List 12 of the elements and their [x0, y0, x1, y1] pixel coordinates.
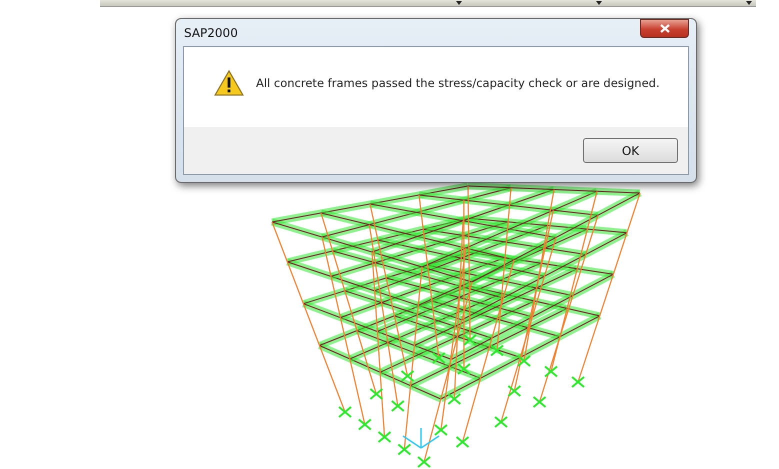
caret-icon: [746, 1, 752, 5]
window-title: SAP2000: [183, 26, 238, 40]
dropdown[interactable]: [100, 0, 466, 7]
axis-icon: [402, 428, 440, 449]
warning-icon: [214, 70, 244, 96]
caret-icon: [456, 1, 462, 5]
close-button[interactable]: [640, 19, 689, 38]
close-icon: [660, 24, 670, 33]
message-text: All concrete frames passed the stress/capacity check or are designed.: [256, 76, 660, 90]
dropdown[interactable]: [606, 0, 756, 7]
ok-button[interactable]: OK: [583, 138, 678, 163]
caret-icon: [596, 1, 602, 5]
